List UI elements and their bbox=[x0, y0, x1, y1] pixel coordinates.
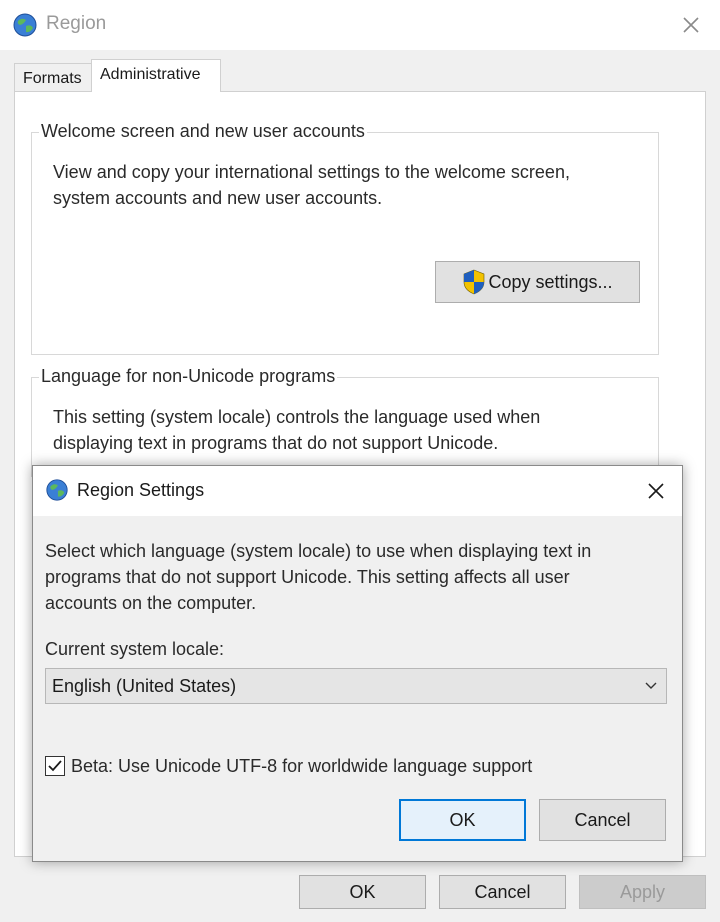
utf8-beta-checkbox[interactable] bbox=[45, 756, 65, 776]
dialog-description: Select which language (system locale) to… bbox=[45, 538, 675, 616]
dialog-titlebar: Region Settings bbox=[33, 466, 682, 516]
dialog-title: Region Settings bbox=[77, 480, 205, 500]
dialog-description-line-1: Select which language (system locale) to… bbox=[45, 541, 592, 561]
checkmark-icon bbox=[48, 760, 62, 772]
dialog-cancel-button[interactable]: Cancel bbox=[539, 799, 666, 841]
locale-label: Current system locale: bbox=[45, 639, 225, 659]
chevron-down-icon bbox=[645, 682, 657, 689]
close-icon[interactable] bbox=[676, 10, 706, 40]
window-title: Region bbox=[46, 13, 107, 34]
welcome-text-line-1: View and copy your international setting… bbox=[53, 162, 570, 182]
copy-settings-label: Copy settings... bbox=[488, 271, 613, 292]
globe-icon bbox=[13, 13, 37, 37]
dialog-cancel-label: Cancel bbox=[574, 809, 631, 830]
uac-shield-icon bbox=[464, 269, 485, 295]
welcome-group-title: Welcome screen and new user accounts bbox=[39, 121, 367, 142]
ok-button[interactable]: OK bbox=[299, 875, 426, 909]
dialog-close-icon[interactable] bbox=[641, 476, 671, 506]
welcome-text-line-2: system accounts and new user accounts. bbox=[53, 188, 383, 208]
apply-button[interactable]: Apply bbox=[579, 875, 706, 909]
tab-formats-label: Formats bbox=[23, 70, 82, 87]
utf8-beta-label: Beta: Use Unicode UTF-8 for worldwide la… bbox=[71, 756, 533, 776]
tab-formats[interactable]: Formats bbox=[14, 63, 92, 91]
copy-settings-button[interactable]: Copy settings... bbox=[435, 261, 640, 303]
language-group-title: Language for non-Unicode programs bbox=[39, 366, 338, 387]
ok-button-label: OK bbox=[349, 881, 376, 902]
dialog-ok-button[interactable]: OK bbox=[399, 799, 526, 841]
language-text-line-1: This setting (system locale) controls th… bbox=[53, 407, 541, 427]
region-settings-dialog: Region Settings Select which language (s… bbox=[32, 465, 683, 862]
dialog-description-line-2: programs that do not support Unicode. Th… bbox=[45, 567, 570, 587]
dialog-ok-label: OK bbox=[449, 809, 476, 830]
welcome-group-description: View and copy your international setting… bbox=[53, 159, 653, 211]
dialog-description-line-3: accounts on the computer. bbox=[45, 593, 257, 613]
cancel-button[interactable]: Cancel bbox=[439, 875, 566, 909]
tab-administrative-label: Administrative bbox=[100, 66, 201, 83]
language-group-description: This setting (system locale) controls th… bbox=[53, 404, 653, 456]
system-locale-value: English (United States) bbox=[52, 676, 237, 696]
window-titlebar: Region bbox=[0, 0, 720, 50]
apply-button-label: Apply bbox=[619, 881, 666, 902]
tab-administrative[interactable]: Administrative bbox=[91, 59, 221, 92]
cancel-button-label: Cancel bbox=[474, 881, 531, 902]
globe-icon bbox=[46, 479, 68, 501]
system-locale-select[interactable]: English (United States) bbox=[45, 668, 667, 704]
language-text-line-2: displaying text in programs that do not … bbox=[53, 433, 499, 453]
